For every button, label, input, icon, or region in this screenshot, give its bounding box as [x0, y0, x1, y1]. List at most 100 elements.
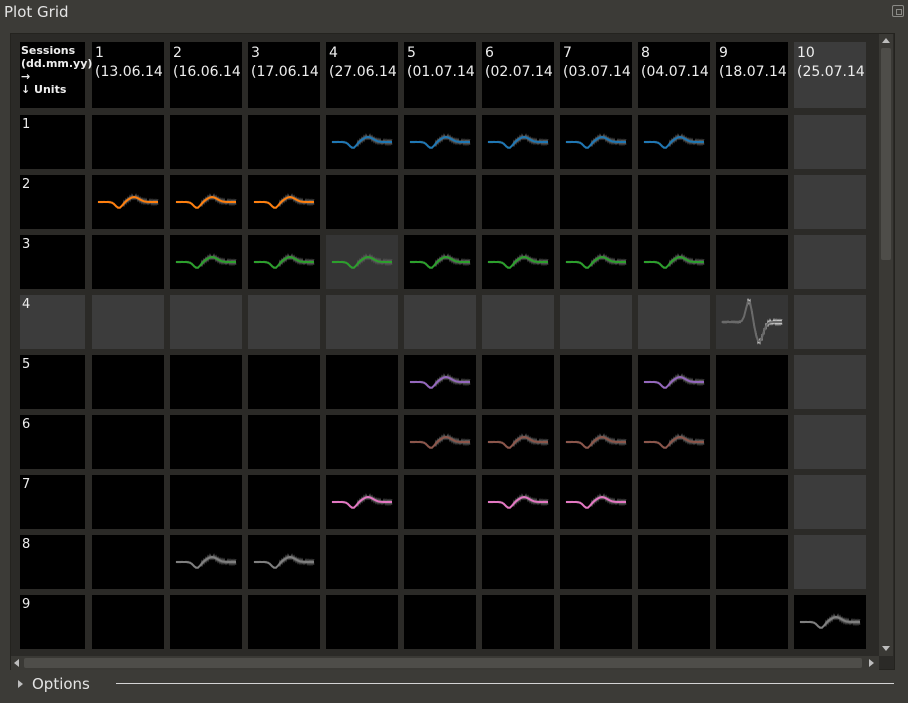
plot-cell-u2-s9[interactable] [716, 175, 788, 229]
session-header-3[interactable]: 3 (17.06.14 [248, 42, 320, 108]
options-label[interactable]: Options [32, 675, 90, 693]
plot-cell-u9-s3[interactable] [248, 595, 320, 649]
plot-cell-u6-s4[interactable] [326, 415, 398, 469]
unit-label-cell-5[interactable]: 5 [20, 355, 85, 409]
session-header-8[interactable]: 8 (04.07.14 [638, 42, 710, 108]
plot-cell-u8-s7[interactable] [560, 535, 632, 589]
plot-cell-u1-s7[interactable] [560, 115, 632, 169]
plot-cell-u8-s8[interactable] [638, 535, 710, 589]
plot-cell-u8-s10[interactable] [794, 535, 866, 589]
plot-cell-u6-s2[interactable] [170, 415, 242, 469]
plot-cell-u6-s7[interactable] [560, 415, 632, 469]
plot-cell-u5-s3[interactable] [248, 355, 320, 409]
plot-cell-u5-s5[interactable] [404, 355, 476, 409]
plot-cell-u3-s1[interactable] [92, 235, 164, 289]
plot-cell-u4-s5[interactable] [404, 295, 476, 349]
plot-cell-u5-s2[interactable] [170, 355, 242, 409]
arrow-left-icon[interactable] [14, 659, 19, 667]
plot-cell-u3-s8[interactable] [638, 235, 710, 289]
plot-cell-u6-s6[interactable] [482, 415, 554, 469]
plot-cell-u5-s7[interactable] [560, 355, 632, 409]
plot-cell-u7-s6[interactable] [482, 475, 554, 529]
plot-cell-u6-s10[interactable] [794, 415, 866, 469]
plot-cell-u8-s5[interactable] [404, 535, 476, 589]
plot-cell-u8-s9[interactable] [716, 535, 788, 589]
plot-cell-u3-s4[interactable] [326, 235, 398, 289]
session-header-5[interactable]: 5 (01.07.14 [404, 42, 476, 108]
float-window-icon[interactable] [892, 5, 904, 17]
plot-cell-u9-s6[interactable] [482, 595, 554, 649]
plot-cell-u7-s8[interactable] [638, 475, 710, 529]
plot-cell-u9-s7[interactable] [560, 595, 632, 649]
plot-cell-u5-s8[interactable] [638, 355, 710, 409]
plot-cell-u7-s9[interactable] [716, 475, 788, 529]
plot-cell-u9-s4[interactable] [326, 595, 398, 649]
expand-triangle-icon[interactable] [18, 680, 23, 688]
plot-cell-u6-s3[interactable] [248, 415, 320, 469]
plot-cell-u9-s9[interactable] [716, 595, 788, 649]
plot-cell-u5-s10[interactable] [794, 355, 866, 409]
plot-cell-u2-s10[interactable] [794, 175, 866, 229]
plot-cell-u2-s4[interactable] [326, 175, 398, 229]
plot-cell-u1-s6[interactable] [482, 115, 554, 169]
plot-cell-u7-s2[interactable] [170, 475, 242, 529]
unit-label-cell-4[interactable]: 4 [20, 295, 85, 349]
plot-cell-u4-s3[interactable] [248, 295, 320, 349]
plot-cell-u7-s7[interactable] [560, 475, 632, 529]
session-header-6[interactable]: 6 (02.07.14 [482, 42, 554, 108]
arrow-right-icon[interactable] [869, 659, 874, 667]
session-header-4[interactable]: 4 (27.06.14 [326, 42, 398, 108]
plot-cell-u7-s1[interactable] [92, 475, 164, 529]
plot-cell-u2-s5[interactable] [404, 175, 476, 229]
unit-label-cell-6[interactable]: 6 [20, 415, 85, 469]
plot-cell-u6-s1[interactable] [92, 415, 164, 469]
plot-cell-u9-s5[interactable] [404, 595, 476, 649]
plot-cell-u4-s1[interactable] [92, 295, 164, 349]
plot-cell-u4-s2[interactable] [170, 295, 242, 349]
plot-cell-u1-s2[interactable] [170, 115, 242, 169]
plot-cell-u3-s7[interactable] [560, 235, 632, 289]
plot-cell-u8-s6[interactable] [482, 535, 554, 589]
plot-cell-u2-s7[interactable] [560, 175, 632, 229]
plot-cell-u8-s1[interactable] [92, 535, 164, 589]
unit-label-cell-9[interactable]: 9 [20, 595, 85, 649]
unit-label-cell-3[interactable]: 3 [20, 235, 85, 289]
vertical-scroll-thumb[interactable] [881, 48, 891, 260]
session-header-7[interactable]: 7 (03.07.14 [560, 42, 632, 108]
session-header-2[interactable]: 2 (16.06.14 [170, 42, 242, 108]
plot-cell-u9-s1[interactable] [92, 595, 164, 649]
plot-cell-u5-s9[interactable] [716, 355, 788, 409]
plot-cell-u3-s10[interactable] [794, 235, 866, 289]
plot-cell-u5-s1[interactable] [92, 355, 164, 409]
plot-cell-u6-s8[interactable] [638, 415, 710, 469]
plot-cell-u3-s6[interactable] [482, 235, 554, 289]
unit-label-cell-8[interactable]: 8 [20, 535, 85, 589]
plot-cell-u8-s3[interactable] [248, 535, 320, 589]
plot-cell-u3-s3[interactable] [248, 235, 320, 289]
unit-label-cell-1[interactable]: 1 [20, 115, 85, 169]
plot-cell-u9-s10[interactable] [794, 595, 866, 649]
plot-cell-u1-s10[interactable] [794, 115, 866, 169]
plot-cell-u4-s6[interactable] [482, 295, 554, 349]
session-header-10[interactable]: 10 (25.07.14 [794, 42, 866, 108]
unit-label-cell-2[interactable]: 2 [20, 175, 85, 229]
plot-cell-u3-s5[interactable] [404, 235, 476, 289]
plot-cell-u4-s7[interactable] [560, 295, 632, 349]
plot-cell-u8-s2[interactable] [170, 535, 242, 589]
plot-cell-u2-s6[interactable] [482, 175, 554, 229]
options-section[interactable]: Options [14, 674, 898, 694]
vertical-scrollbar[interactable] [879, 34, 893, 656]
plot-cell-u7-s3[interactable] [248, 475, 320, 529]
plot-cell-u2-s1[interactable] [92, 175, 164, 229]
plot-cell-u5-s4[interactable] [326, 355, 398, 409]
plot-cell-u1-s8[interactable] [638, 115, 710, 169]
plot-cell-u1-s3[interactable] [248, 115, 320, 169]
horizontal-scrollbar[interactable] [11, 656, 879, 670]
plot-cell-u2-s2[interactable] [170, 175, 242, 229]
plot-cell-u4-s8[interactable] [638, 295, 710, 349]
plot-cell-u2-s3[interactable] [248, 175, 320, 229]
plot-cell-u9-s2[interactable] [170, 595, 242, 649]
plot-cell-u8-s4[interactable] [326, 535, 398, 589]
plot-cell-u5-s6[interactable] [482, 355, 554, 409]
plot-cell-u1-s1[interactable] [92, 115, 164, 169]
